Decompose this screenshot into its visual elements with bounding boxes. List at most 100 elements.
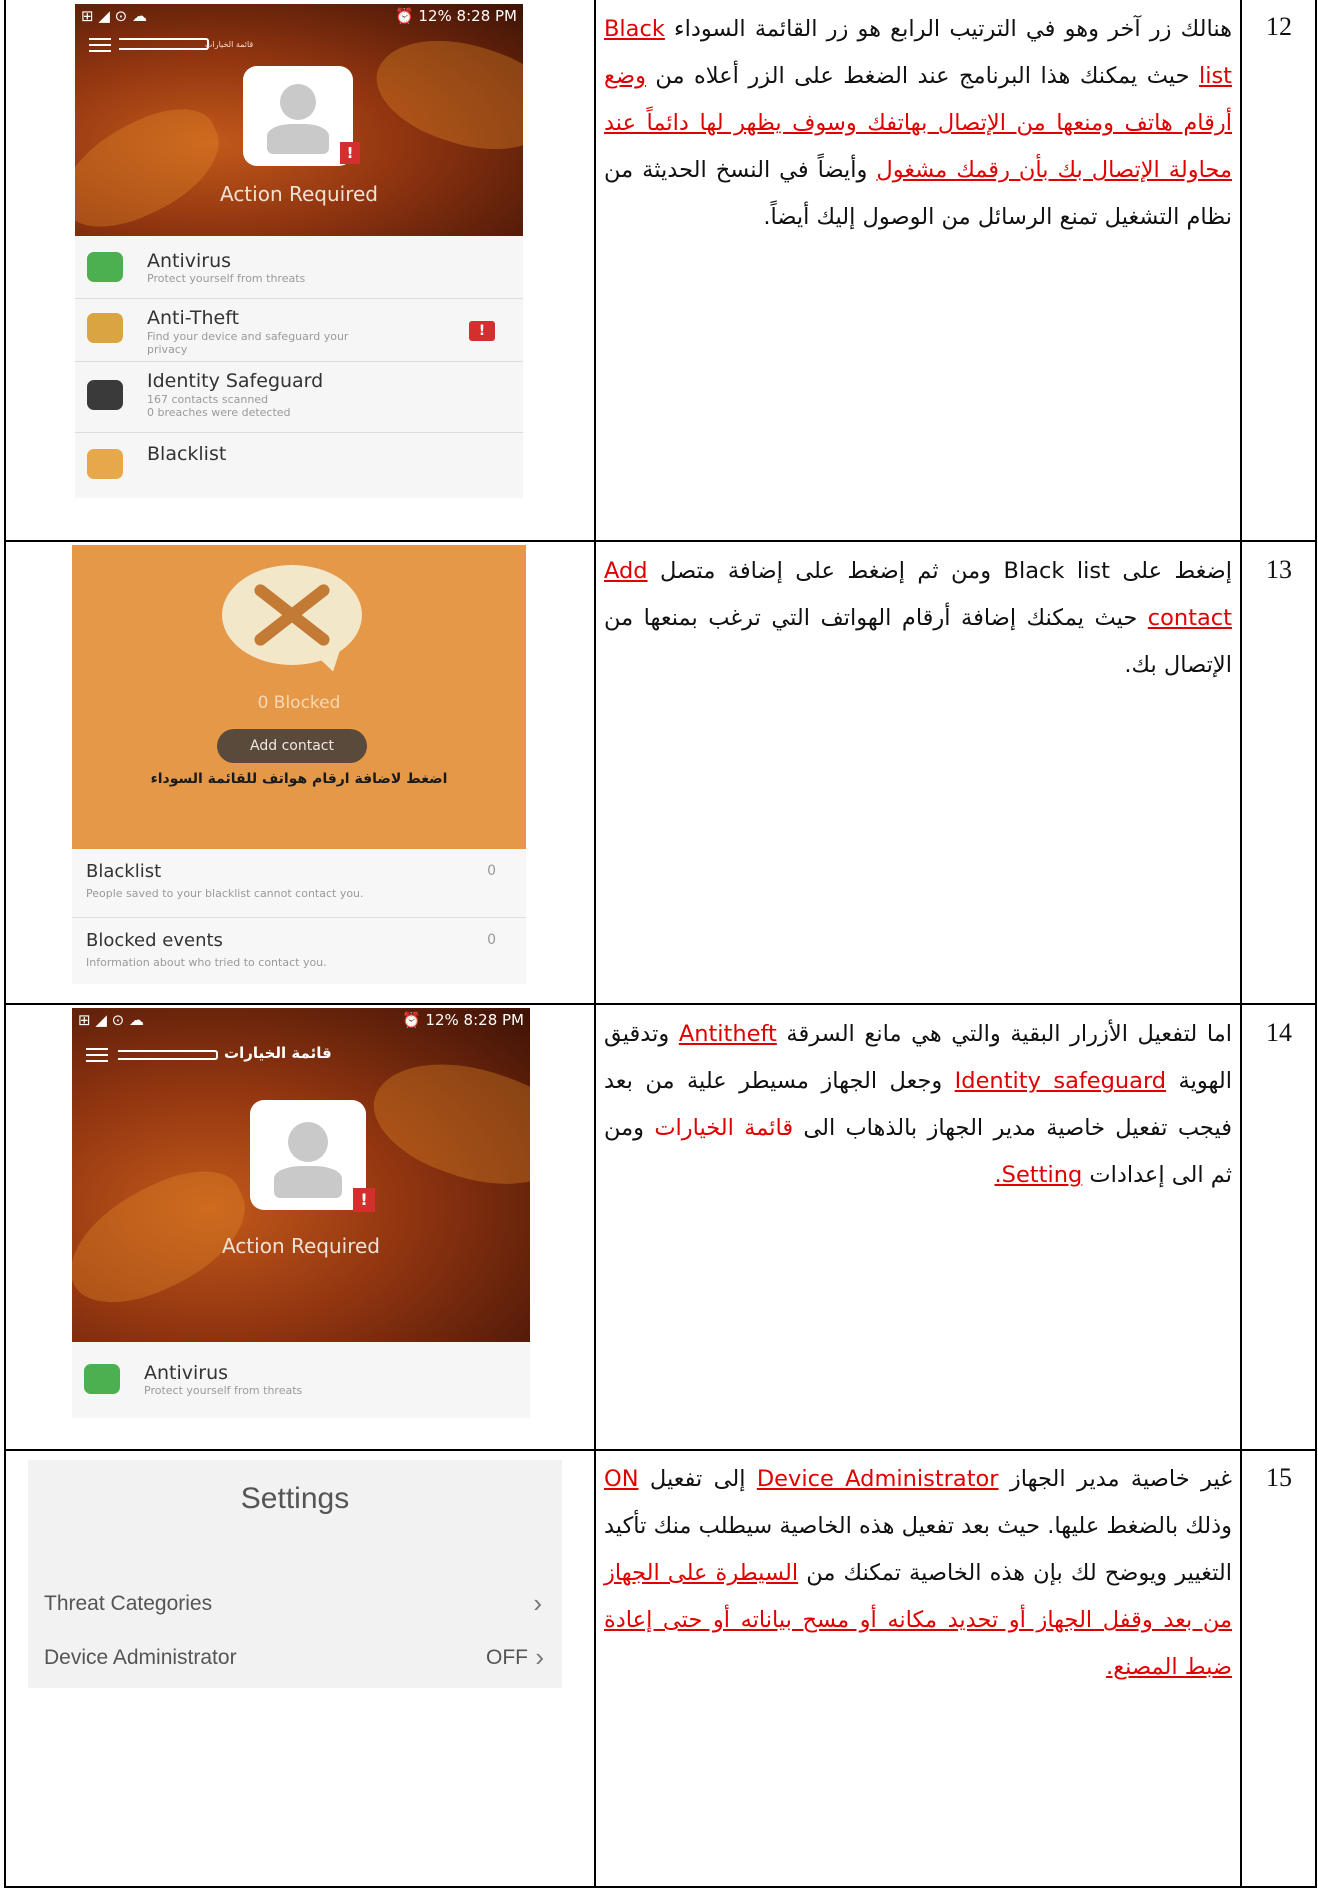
menu-label: قائمة الخيارات <box>224 1044 332 1062</box>
identity-icon <box>87 380 123 410</box>
menu-item-title: Identity Safeguard <box>147 370 324 392</box>
blacklist-list-item[interactable]: Blacklist People saved to your blacklist… <box>72 849 526 918</box>
row-number-14: 14 <box>1266 1018 1292 1047</box>
screenshot-blacklist: 0 Blocked Add contact اضغط لاضافة ارقام … <box>72 545 526 984</box>
list-item-count: 0 <box>487 863 496 879</box>
status-icons-left: ⊞ ◢ ⊙ ☁ <box>78 1011 144 1029</box>
table-divider-image-text <box>594 0 596 1888</box>
settings-item-label: Device Administrator <box>44 1646 237 1669</box>
row-divider-12-13 <box>4 540 1317 542</box>
settings-item-threat-categories[interactable]: Threat Categories › <box>28 1584 562 1628</box>
hero-title: Action Required <box>221 1234 380 1258</box>
list-item-title: Blocked events <box>86 930 223 951</box>
alert-badge: ! <box>469 321 495 341</box>
chevron-right-icon: › <box>533 1588 542 1618</box>
battery-percent: 12% <box>418 7 452 25</box>
avatar-body <box>267 124 329 154</box>
leaf-decoration <box>359 1037 530 1209</box>
list-item-sub: People saved to your blacklist cannot co… <box>86 887 364 900</box>
instruction-text-12: هنالك زر آخر وهو في الترتيب الرابع هو زر… <box>604 6 1232 241</box>
avatar-head <box>288 1122 328 1162</box>
list-item-sub: Information about who tried to contact y… <box>86 956 327 969</box>
add-contact-button[interactable]: Add contact <box>217 729 367 763</box>
highlighted-link-text: Antitheft <box>678 1021 777 1047</box>
status-time: 8:28 PM <box>456 7 517 25</box>
screenshot-app-home-menu: ⊞ ◢ ⊙ ☁ ⏰ 12% 8:28 PM قائمة الخيارات ! A… <box>72 1008 530 1418</box>
table-divider-text-number <box>1240 0 1242 1888</box>
menu-item-blacklist[interactable]: Blacklist <box>75 433 523 498</box>
alert-badge: ! <box>353 1188 375 1212</box>
screenshot-settings: Settings Threat Categories › Device Admi… <box>28 1460 562 1688</box>
highlighted-link-text: contact <box>1147 605 1232 631</box>
instruction-text-13: إضغط على Black list ومن ثم إضغط على إضاف… <box>604 548 1232 689</box>
highlighted-link-text: Add <box>604 558 648 584</box>
menu-item-sub: 167 contacts scanned 0 breaches were det… <box>147 393 291 419</box>
row-divider-14-15 <box>4 1449 1317 1451</box>
leaf-decoration <box>363 16 523 172</box>
menu-item-antivirus[interactable]: Antivirus Protect yourself from threats <box>72 1342 530 1418</box>
highlighted-link-text: ON <box>604 1466 639 1492</box>
highlighted-link-text: Setting. <box>994 1162 1083 1188</box>
menu-label: قائمة الخيارات <box>205 40 254 49</box>
hamburger-menu-icon[interactable] <box>89 38 111 52</box>
menu-item-identity-safeguard[interactable]: Identity Safeguard 167 contacts scanned … <box>75 362 523 433</box>
arrow-annotation <box>119 38 209 50</box>
text-run: غير خاصية مدير الجهاز <box>998 1466 1232 1492</box>
list-item-count: 0 <box>487 932 496 948</box>
blocked-count: 0 Blocked <box>257 693 341 713</box>
avatar-head <box>280 84 316 120</box>
chevron-right-icon: › <box>535 1642 544 1672</box>
arabic-annotation: اضغط لاضافة ارقام هواتف للقائمة السوداء <box>150 771 448 787</box>
menu-item-title: Antivirus <box>147 250 232 272</box>
menu-item-sub: Protect yourself from threats <box>144 1384 303 1397</box>
text-run: إلى تفعيل <box>638 1466 757 1492</box>
alarm-icon: ⏰ <box>401 1011 421 1029</box>
hamburger-menu-icon[interactable] <box>86 1048 108 1062</box>
hero-title: Action Required <box>219 182 378 206</box>
status-time: 8:28 PM <box>463 1011 524 1029</box>
blacklist-icon <box>87 449 123 479</box>
menu-item-title: Antivirus <box>144 1362 229 1384</box>
row-number-13: 13 <box>1266 555 1292 584</box>
avatar-card <box>243 66 353 166</box>
status-bar: ⊞ ◢ ⊙ ☁ ⏰ 12% 8:28 PM <box>72 1008 530 1032</box>
row-number-15: 15 <box>1266 1463 1292 1492</box>
menu-item-anti-theft[interactable]: Anti-Theft Find your device and safeguar… <box>75 299 523 362</box>
menu-item-title: Anti-Theft <box>147 307 240 329</box>
highlighted-link-text: Device Administrator <box>756 1466 999 1492</box>
shield-icon <box>84 1364 120 1394</box>
leaf-decoration <box>75 92 237 246</box>
settings-title: Settings <box>240 1482 350 1515</box>
menu-item-sub: Find your device and safeguard your priv… <box>147 330 349 356</box>
row-divider-13-14 <box>4 1003 1317 1005</box>
highlighted-link-text: Identity safeguard <box>954 1068 1167 1094</box>
table-border-right <box>1315 0 1317 1888</box>
list-item-title: Blacklist <box>86 861 162 882</box>
blacklist-header: 0 Blocked Add contact اضغط لاضافة ارقام … <box>72 545 526 849</box>
status-bar: ⊞ ◢ ⊙ ☁ ⏰ 12% 8:28 PM <box>75 4 523 28</box>
table-border-left <box>4 0 6 1888</box>
avatar-body <box>274 1166 342 1198</box>
battery-percent: 12% <box>425 1011 459 1029</box>
menu-item-sub: Protect yourself from threats <box>147 272 306 285</box>
alert-badge: ! <box>340 142 360 164</box>
settings-item-value: OFF <box>486 1646 528 1669</box>
avatar-card <box>250 1100 366 1210</box>
screenshot-app-home: ⊞ ◢ ⊙ ☁ ⏰ 12% 8:28 PM قائمة الخيارات ! A… <box>75 4 523 498</box>
map-pin-icon <box>87 313 123 343</box>
blocked-events-list-item[interactable]: Blocked events Information about who tri… <box>72 918 526 984</box>
menu-item-antivirus[interactable]: Antivirus Protect yourself from threats <box>75 236 523 299</box>
arrow-annotation <box>118 1050 218 1060</box>
instruction-text-15: غير خاصية مدير الجهاز Device Administrat… <box>604 1456 1232 1691</box>
status-icons-left: ⊞ ◢ ⊙ ☁ <box>81 7 147 25</box>
instruction-text-14: اما لتفعيل الأزرار البقية والتي هي مانع … <box>604 1011 1232 1199</box>
text-run: إضغط على Black list ومن ثم إضغط على إضاف… <box>647 558 1232 584</box>
chat-bubble-icon <box>222 565 362 677</box>
highlighted-text: قائمة الخيارات <box>654 1115 794 1141</box>
settings-item-label: Threat Categories <box>44 1592 213 1615</box>
alarm-icon: ⏰ <box>394 7 414 25</box>
shield-icon <box>87 252 123 282</box>
settings-item-device-administrator[interactable]: Device Administrator OFF › <box>28 1638 562 1682</box>
text-run: هنالك زر آخر وهو في الترتيب الرابع هو زر… <box>664 16 1232 42</box>
row-number-12: 12 <box>1266 12 1292 41</box>
